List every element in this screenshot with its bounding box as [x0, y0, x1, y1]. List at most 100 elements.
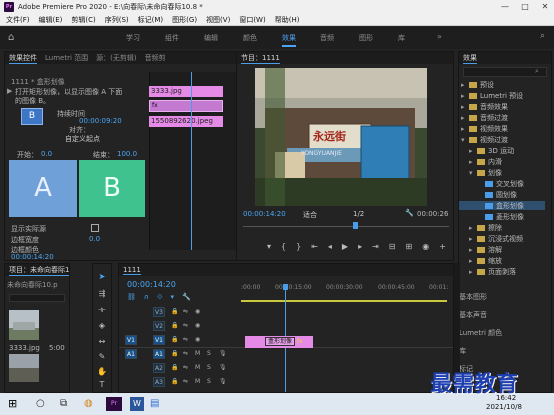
word-taskbar-icon[interactable]: W [130, 397, 144, 411]
export-frame-icon[interactable]: ◉ [422, 242, 429, 251]
mini-clip-1550892620[interactable]: 1550892620.jpeg [149, 116, 223, 127]
project-thumb-3333[interactable] [9, 310, 39, 340]
menu-help[interactable]: 帮助(H) [275, 15, 300, 25]
resolution-dropdown[interactable]: 1/2 [353, 210, 364, 218]
mic-icon[interactable]: 🎙 [219, 350, 227, 357]
ripple-edit-tool-icon[interactable]: ⟛ [97, 305, 107, 315]
play-icon[interactable]: ▶ [342, 242, 348, 251]
play-transition-icon[interactable]: ▶ [7, 87, 12, 95]
end-thumbnail-b[interactable]: B [79, 160, 145, 217]
workspace-learn[interactable]: 学习 [126, 33, 140, 43]
eye-icon[interactable]: ◉ [195, 308, 200, 315]
tab-project[interactable]: 项目：未命向春际10 [9, 265, 69, 276]
sync-icon[interactable]: ⇋ [183, 308, 188, 315]
effects-item[interactable]: ▸ 音频效果 [459, 102, 545, 111]
snap-icon[interactable]: ∩ [144, 293, 149, 302]
mini-transition-block[interactable]: fx [149, 100, 223, 112]
tab-lumetri-scopes[interactable]: Lumetri 范围 [45, 53, 88, 63]
lift-icon[interactable]: ⊟ [389, 242, 396, 251]
disclosure-triangle-icon[interactable]: ▾ [469, 169, 477, 177]
menu-graphics[interactable]: 图形(G) [172, 15, 197, 25]
maximize-button[interactable]: □ [514, 0, 536, 14]
tab-audio-clip[interactable]: 音频剪 [145, 53, 166, 63]
libraries-section[interactable]: 库 [459, 346, 551, 356]
eye-icon[interactable]: ◉ [195, 322, 200, 329]
timeline-track[interactable]: V2 🔒 ⇋ ◉ [119, 320, 443, 333]
task-view-icon[interactable]: ⧉ [60, 398, 67, 409]
go-to-out-icon[interactable]: ⇥ [372, 242, 379, 251]
effects-item[interactable]: ▸ 预设 [459, 80, 545, 89]
show-actual-source-checkbox[interactable] [91, 224, 99, 232]
chrome-icon[interactable]: ◍ [84, 398, 93, 409]
effects-item[interactable]: ▸ 页面剥落 [459, 267, 545, 276]
linked-select-icon[interactable]: ⟐ [157, 293, 163, 302]
source-patch-a1[interactable]: A1 [125, 349, 137, 359]
disclosure-triangle-icon[interactable]: ▸ [469, 158, 477, 166]
project-search-input[interactable] [9, 294, 65, 302]
tab-program[interactable]: 节目：1111 [241, 53, 280, 64]
mic-icon[interactable]: 🎙 [219, 364, 227, 371]
mute-icon[interactable]: M [195, 364, 200, 371]
project-item-name[interactable]: 3333.jpg [9, 344, 40, 352]
workspace-assembly[interactable]: 组件 [165, 33, 179, 43]
go-to-in-icon[interactable]: } [296, 242, 301, 251]
disclosure-triangle-icon[interactable]: ▸ [461, 81, 469, 89]
project-thumb-second[interactable] [9, 354, 39, 382]
disclosure-triangle-icon[interactable]: ▸ [461, 125, 469, 133]
workspace-graphics[interactable]: 图形 [359, 33, 373, 43]
mark-out-icon[interactable]: { [281, 242, 286, 251]
playhead-handle[interactable] [283, 284, 288, 290]
start-value[interactable]: 0.0 [41, 150, 52, 158]
disclosure-triangle-icon[interactable]: ▸ [469, 268, 477, 276]
effects-item[interactable]: ▸ Lumetri 预设 [459, 91, 545, 100]
sync-icon[interactable]: ⇋ [183, 350, 188, 357]
explorer-icon[interactable]: ▤ [150, 398, 159, 409]
solo-icon[interactable]: S [207, 350, 211, 357]
effects-item[interactable]: ▸ 沉浸式视频 [459, 234, 545, 243]
effects-item[interactable]: ▸ 音频过渡 [459, 113, 545, 122]
add-marker-icon[interactable]: ▾ [171, 293, 175, 302]
disclosure-triangle-icon[interactable]: ▸ [469, 224, 477, 232]
transition-label[interactable]: 盒形划像 [265, 337, 296, 346]
track-select-tool-icon[interactable]: ⇶ [97, 289, 107, 299]
slip-tool-icon[interactable]: ↔ [97, 337, 107, 347]
menu-sequence[interactable]: 序列(S) [105, 15, 129, 25]
step-back-frame-icon[interactable]: ◂ [328, 242, 332, 251]
lock-icon[interactable]: 🔒 [171, 322, 178, 329]
disclosure-triangle-icon[interactable]: ▸ [461, 114, 469, 122]
timeline-settings-icon[interactable]: 🔧 [182, 293, 191, 302]
timeline-ruler[interactable]: :00:00 00:00:15:00 00:00:30:00 00:00:45:00 0… [241, 284, 448, 294]
solo-icon[interactable]: S [207, 378, 211, 385]
eye-icon[interactable]: ◉ [195, 336, 200, 343]
effects-item[interactable]: 菱形划像 [459, 212, 545, 221]
disclosure-triangle-icon[interactable]: ▸ [469, 257, 477, 265]
essential-graphics-section[interactable]: 基本图形 [459, 292, 551, 302]
disclosure-triangle-icon[interactable]: ▸ [461, 103, 469, 111]
effects-item[interactable]: 交叉划像 [459, 179, 545, 188]
razor-tool-icon[interactable]: ◈ [97, 321, 107, 331]
align-dropdown[interactable]: 自定义起点 [65, 134, 100, 144]
lock-icon[interactable]: 🔒 [171, 308, 178, 315]
track-target-a3[interactable]: A3 [153, 377, 165, 387]
effect-controls-timecode[interactable]: 00:00:14:20 [11, 253, 54, 261]
hand-tool-icon[interactable]: ✋ [97, 367, 107, 377]
effects-item[interactable]: ▾ 划像 [459, 168, 545, 177]
effects-item[interactable]: ▸ 内滑 [459, 157, 545, 166]
essential-sound-section[interactable]: 基本声音 [459, 310, 551, 320]
track-target-v2[interactable]: V2 [153, 321, 165, 331]
tab-sequence[interactable]: 1111 [123, 266, 141, 275]
effects-item[interactable]: 盒形划像 [459, 201, 545, 210]
type-tool-icon[interactable]: T [97, 380, 107, 390]
program-timecode[interactable]: 00:00:14:20 [243, 210, 286, 218]
start-thumbnail-a[interactable]: A [9, 160, 77, 217]
add-button-icon[interactable]: + [439, 242, 446, 251]
home-icon[interactable]: ⌂ [8, 32, 20, 43]
workspace-audio[interactable]: 音频 [320, 33, 334, 43]
timeline-track[interactable]: V3 🔒 ⇋ ◉ [119, 306, 443, 319]
program-scrub-bar[interactable] [243, 226, 449, 227]
timeline-timecode[interactable]: 00:00:14:20 [127, 280, 176, 289]
pen-tool-icon[interactable]: ✎ [97, 352, 107, 362]
lock-icon[interactable]: 🔒 [171, 350, 178, 357]
work-area-bar[interactable] [241, 300, 447, 302]
mini-clip-3333[interactable]: 3333.jpg [149, 86, 223, 97]
